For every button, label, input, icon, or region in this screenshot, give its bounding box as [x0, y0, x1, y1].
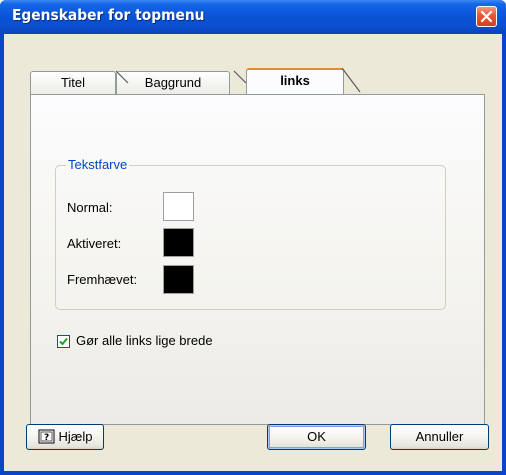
tab-links[interactable]: links [246, 68, 344, 95]
ok-button-label: OK [307, 429, 326, 444]
activated-color-swatch[interactable] [163, 228, 194, 257]
highlighted-color-swatch[interactable] [163, 265, 194, 294]
group-legend: Tekstfarve [66, 157, 130, 172]
ok-button[interactable]: OK [267, 424, 366, 450]
svg-text:?: ? [44, 433, 49, 443]
activated-label: Aktiveret: [67, 236, 122, 251]
close-button[interactable] [476, 6, 497, 27]
tab-titel-label: Titel [60, 75, 86, 90]
cancel-button-label: Annuller [415, 429, 464, 444]
tab-titel[interactable]: Titel [30, 71, 116, 95]
text-color-group: Tekstfarve Normal: Aktiveret: Fremhævet: [55, 157, 446, 310]
title-bar[interactable]: Egenskaber for topmenu [0, 0, 506, 34]
normal-color-swatch[interactable] [163, 192, 194, 221]
checkmark-icon [59, 337, 68, 346]
help-button-label: Hjælp [58, 429, 93, 444]
tab-baggrund[interactable]: Baggrund [116, 71, 230, 95]
window-title: Egenskaber for topmenu [12, 6, 205, 24]
help-button[interactable]: ? Hjælp [26, 424, 104, 450]
tab-baggrund-label: Baggrund [144, 75, 202, 90]
tab-links-label: links [280, 73, 310, 88]
tab-slant-decoration [115, 70, 129, 84]
tab-panel-links: Tekstfarve Normal: Aktiveret: Fremhævet:… [30, 94, 485, 425]
equal-width-checkbox[interactable] [57, 335, 70, 348]
tab-slant-decoration [233, 70, 247, 84]
tab-slant-decoration [341, 67, 361, 93]
dialog-window: Egenskaber for topmenu Titel Baggrund li… [0, 0, 506, 475]
dialog-client-area: Titel Baggrund links Tekstfarve Normal: … [4, 34, 502, 471]
highlighted-label: Fremhævet: [67, 272, 138, 287]
close-icon [480, 10, 493, 23]
normal-label: Normal: [67, 200, 113, 215]
help-book-icon: ? [38, 429, 55, 444]
cancel-button[interactable]: Annuller [390, 424, 489, 450]
equal-width-checkbox-label[interactable]: Gør alle links lige brede [76, 333, 213, 348]
